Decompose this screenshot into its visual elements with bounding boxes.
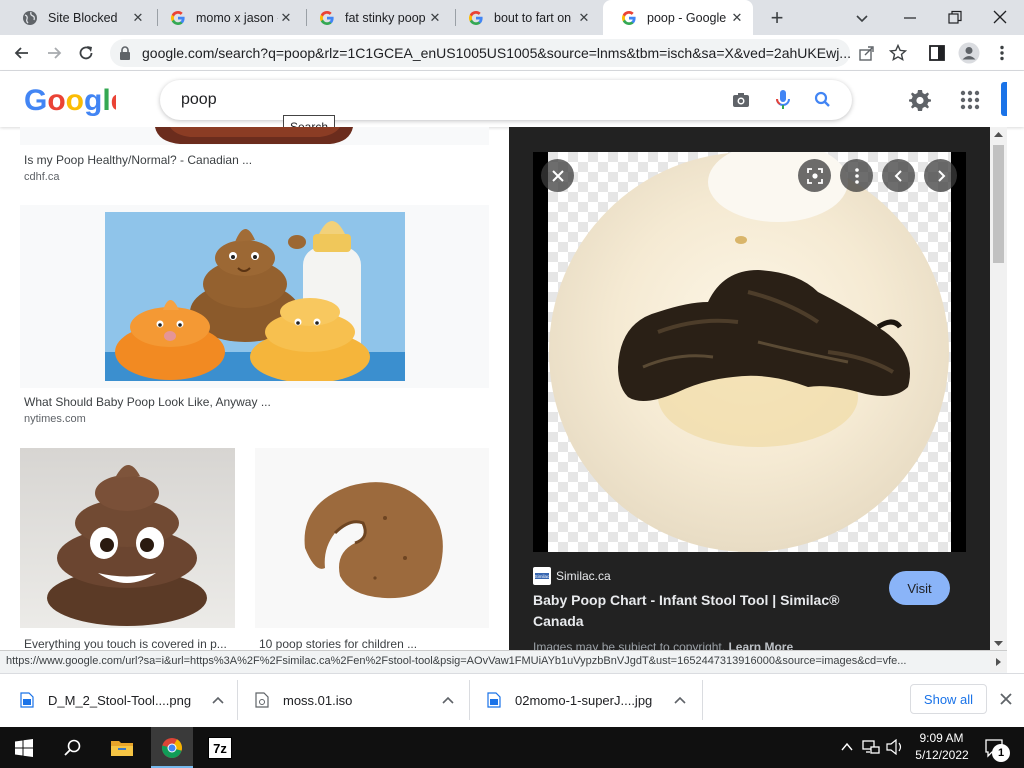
result-caption[interactable]: 10 poop stories for children ... <box>259 637 484 651</box>
svg-text:Google: Google <box>24 84 116 116</box>
notification-count-badge: 1 <box>992 744 1010 762</box>
preview-site-name[interactable]: Similac.ca <box>556 569 611 583</box>
similac-favicon: Similac <box>533 567 551 585</box>
image-file-icon <box>20 692 34 708</box>
bookmark-star-icon[interactable] <box>889 44 907 62</box>
globe-icon <box>22 10 38 26</box>
close-tab-icon[interactable]: ✕ <box>729 10 745 26</box>
google-logo[interactable]: Google <box>24 82 116 116</box>
tab-title: fat stinky poop <box>345 10 426 25</box>
image-file-icon <box>487 692 501 708</box>
scrollbar-thumb[interactable] <box>993 145 1004 263</box>
tab-search-chevron-icon[interactable] <box>852 8 872 28</box>
copyright-text: Images may be subject to copyright. <box>533 640 726 650</box>
preview-title-line1[interactable]: Baby Poop Chart - Infant Stool Tool | Si… <box>533 592 839 608</box>
learn-more-link[interactable]: Learn More <box>728 640 793 650</box>
show-all-downloads-button[interactable]: Show all <box>910 684 987 714</box>
result-caption[interactable]: Is my Poop Healthy/Normal? - Canadian ..… <box>24 153 484 167</box>
google-apps-grid-icon[interactable] <box>960 90 980 110</box>
settings-gear-icon[interactable] <box>908 88 932 112</box>
lock-icon[interactable] <box>118 45 132 61</box>
taskbar-search-icon[interactable] <box>63 738 83 758</box>
result-image-tile[interactable] <box>20 127 489 145</box>
windows-start-icon[interactable] <box>15 739 33 757</box>
side-panel-icon[interactable] <box>928 44 946 62</box>
tab-poop-google[interactable]: poop - Google ✕ <box>603 0 753 35</box>
minimize-window-icon[interactable] <box>900 8 920 28</box>
copyright-notice: Images may be subject to copyright. Lear… <box>533 640 793 650</box>
download-filename: 02momo-1-superJ....jpg <box>515 692 653 708</box>
back-arrow-icon[interactable] <box>12 43 32 63</box>
generic-file-icon <box>255 692 269 708</box>
file-explorer-icon[interactable] <box>110 738 134 758</box>
google-g-icon <box>621 10 637 26</box>
tab-title: poop - Google <box>647 10 727 25</box>
lens-search-icon[interactable] <box>798 159 831 192</box>
scroll-up-arrow-icon[interactable] <box>993 130 1004 138</box>
download-item[interactable]: moss.01.iso <box>255 673 455 727</box>
result-source[interactable]: nytimes.com <box>24 413 86 425</box>
tab-title: momo x jason - <box>196 10 278 25</box>
download-item[interactable]: D_M_2_Stool-Tool....png <box>20 673 225 727</box>
previous-image-icon[interactable] <box>882 159 915 192</box>
next-image-icon[interactable] <box>924 159 957 192</box>
volume-icon[interactable] <box>886 739 904 755</box>
profile-avatar-icon[interactable] <box>958 42 980 64</box>
search-icon[interactable] <box>813 90 833 110</box>
close-preview-icon[interactable] <box>541 159 574 192</box>
show-hidden-icons-chevron-icon[interactable] <box>840 740 854 754</box>
result-caption[interactable]: What Should Baby Poop Look Like, Anyway … <box>24 395 484 409</box>
stool-preview-image[interactable] <box>548 152 951 552</box>
tab-title: Site Blocked <box>48 10 118 25</box>
7zip-icon[interactable]: 7z <box>208 737 232 759</box>
horizontal-scroll-right-icon[interactable] <box>990 652 1007 672</box>
chevron-up-icon[interactable] <box>441 695 455 705</box>
result-source[interactable]: cdhf.ca <box>24 171 59 183</box>
tab-bout-to-fart[interactable]: bout to fart on ✕ <box>450 0 600 35</box>
chevron-up-icon[interactable] <box>673 695 687 705</box>
baby-poop-emoji-image[interactable] <box>105 212 405 381</box>
preview-title-line2[interactable]: Canada <box>533 613 584 629</box>
close-tab-icon[interactable]: ✕ <box>427 10 443 26</box>
reload-icon[interactable] <box>76 43 96 63</box>
chevron-up-icon[interactable] <box>211 695 225 705</box>
google-g-icon <box>319 10 335 26</box>
tab-title: bout to fart on <box>494 10 572 25</box>
download-filename: D_M_2_Stool-Tool....png <box>48 692 192 708</box>
svg-text:Similac: Similac <box>535 574 550 579</box>
google-g-icon <box>468 10 484 26</box>
scroll-down-arrow-icon[interactable] <box>993 640 1004 648</box>
close-downloads-bar-icon[interactable] <box>998 691 1014 707</box>
new-tab-plus-icon[interactable]: + <box>765 5 789 30</box>
close-tab-icon[interactable]: ✕ <box>278 10 294 26</box>
search-query-input[interactable]: poop <box>181 91 217 109</box>
tab-fat-stinky-poop[interactable]: fat stinky poop ✕ <box>301 0 451 35</box>
close-tab-icon[interactable]: ✕ <box>130 10 146 26</box>
taskbar-time[interactable]: 9:09 AM <box>914 731 969 745</box>
link-status-bar: https://www.google.com/url?sa=i&url=http… <box>0 650 1007 673</box>
poop-emoji-image[interactable] <box>20 448 235 628</box>
result-caption[interactable]: Everything you touch is covered in p... <box>24 637 234 651</box>
visit-button[interactable]: Visit <box>889 571 950 605</box>
download-filename: moss.01.iso <box>283 692 353 708</box>
chrome-icon[interactable] <box>161 737 183 759</box>
forward-arrow-icon[interactable] <box>44 43 64 63</box>
chrome-menu-icon[interactable] <box>993 44 1011 62</box>
google-g-icon <box>170 10 186 26</box>
more-options-icon[interactable] <box>840 159 873 192</box>
camera-search-icon[interactable] <box>731 91 751 109</box>
microphone-icon[interactable] <box>775 89 791 111</box>
taskbar-date[interactable]: 5/12/2022 <box>911 748 973 762</box>
tab-site-blocked[interactable]: Site Blocked ✕ <box>4 0 154 35</box>
brown-poop-image[interactable] <box>255 448 489 628</box>
sign-in-button-edge[interactable] <box>1001 82 1007 116</box>
network-icon[interactable] <box>862 739 880 755</box>
url-text: google.com/search?q=poop&rlz=1C1GCEA_enU… <box>142 45 850 61</box>
restore-window-icon[interactable] <box>945 8 965 28</box>
close-window-icon[interactable] <box>990 7 1010 27</box>
share-icon[interactable] <box>858 45 876 61</box>
download-item[interactable]: 02momo-1-superJ....jpg <box>487 673 687 727</box>
close-tab-icon[interactable]: ✕ <box>576 10 592 26</box>
tab-momo-x-jason[interactable]: momo x jason - ✕ <box>152 0 302 35</box>
